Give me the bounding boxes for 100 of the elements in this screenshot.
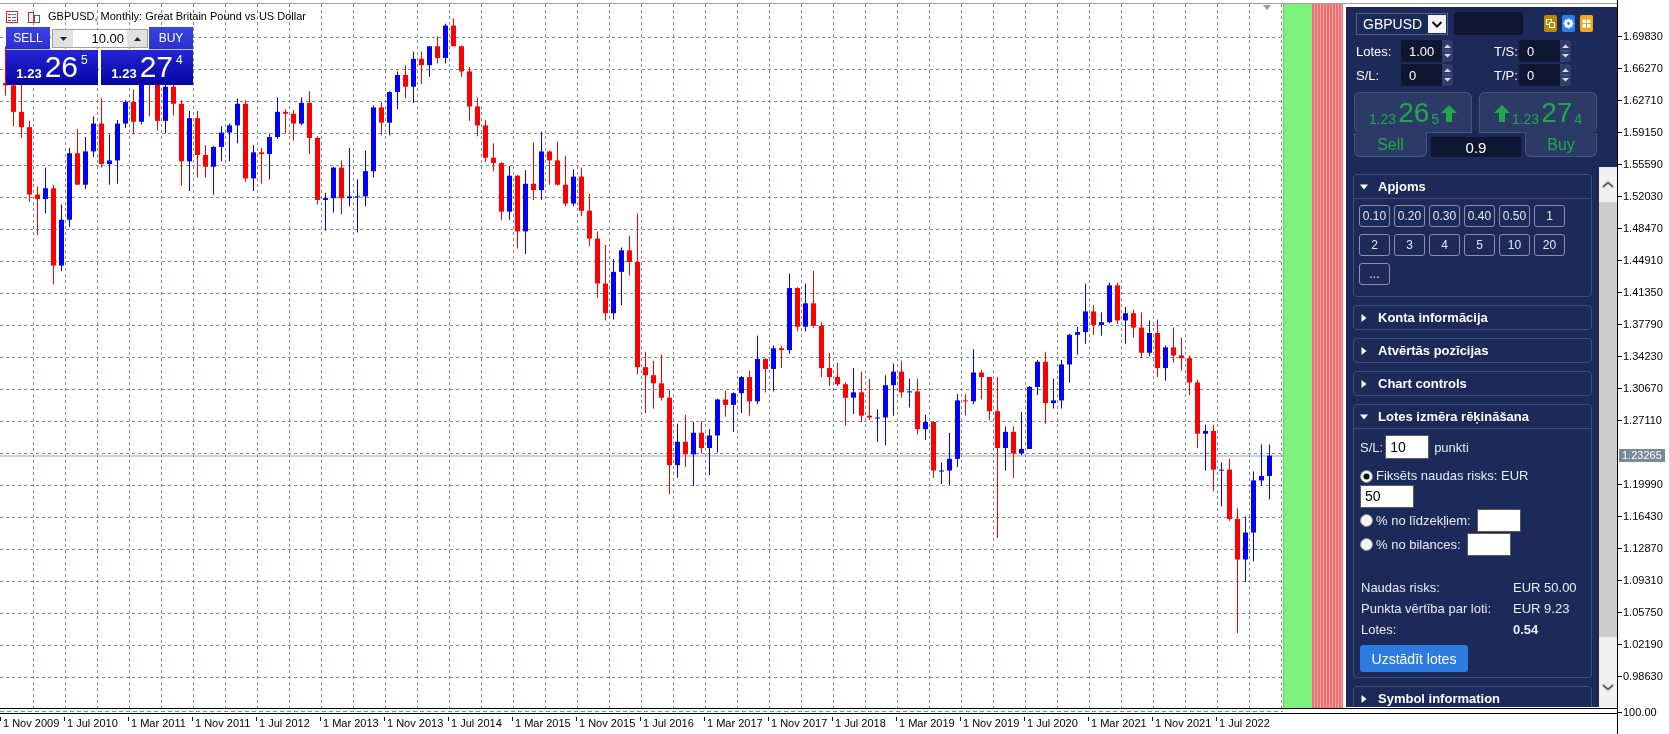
buy-price-button[interactable]: 1.23 27 4 <box>1479 92 1597 133</box>
option-label: % no bilances: <box>1376 536 1461 553</box>
field-label: Lotes: <box>1356 43 1393 59</box>
time-axis-label: 1 Mar 2021 <box>1088 717 1147 730</box>
sell-price-button[interactable]: 1.23 26 5 <box>1354 92 1472 133</box>
input-field[interactable] <box>1454 12 1523 35</box>
volume-preset-button[interactable]: 20 <box>1534 234 1565 256</box>
spinner-icon[interactable] <box>1442 64 1453 86</box>
time-axis-label: 1 Nov 2011 <box>192 717 251 730</box>
result-label: Lotes: <box>1360 622 1398 637</box>
section-header[interactable]: Lotes izmēra rēķināšana <box>1354 405 1591 429</box>
volume-preset-button[interactable]: 1 <box>1534 205 1565 227</box>
price-axis-label: 1.52030 <box>1618 190 1663 203</box>
price-axis-label: 1.12870 <box>1618 542 1663 555</box>
field-label: S/L: <box>1356 67 1381 83</box>
time-axis-label: 1 Mar 2017 <box>704 717 763 730</box>
field-label: T/P: <box>1494 67 1519 83</box>
volume-preset-button[interactable]: 5 <box>1464 234 1495 256</box>
spinner-icon[interactable] <box>1560 64 1571 86</box>
price-axis-label: 1.02190 <box>1618 638 1663 651</box>
price-axis-label: 0.98630 <box>1618 670 1663 683</box>
chevron-up-icon <box>1602 181 1614 188</box>
sell-button[interactable]: SELL <box>6 27 50 50</box>
spinner-icon[interactable] <box>1442 40 1453 62</box>
result-label: Naudas risks: <box>1360 580 1441 595</box>
number-field[interactable]: 0 <box>1519 40 1571 62</box>
price-axis-label: 1.41350 <box>1618 286 1663 299</box>
time-axis-label: 1 Jul 2016 <box>640 717 694 730</box>
price-axis-label: 100.00 <box>1618 706 1657 719</box>
section-header[interactable]: Chart controls <box>1354 372 1591 395</box>
bar-chart-icon <box>28 10 40 23</box>
radio-button[interactable] <box>1360 514 1373 527</box>
chart-title: GBPUSD, Monthly: Great Britain Pound vs US Dollar <box>48 10 306 23</box>
price-axis-label: 1.37790 <box>1618 318 1663 331</box>
symbol-select[interactable]: GBPUSD <box>1356 12 1448 35</box>
time-axis-label: 1 Jul 2012 <box>256 717 310 730</box>
volume-preset-button[interactable]: 0.20 <box>1394 205 1425 227</box>
result-value: EUR 50.00 <box>1513 580 1577 595</box>
buy-button[interactable]: Buy <box>1525 133 1597 157</box>
sell-button[interactable]: Sell <box>1354 133 1427 157</box>
price-axis-label: 1.59150 <box>1618 126 1663 139</box>
number-field[interactable]: 0 <box>1519 64 1571 86</box>
result-value: 0.54 <box>1513 622 1540 637</box>
field-label: S/L: <box>1360 439 1384 455</box>
chevron-down-icon <box>1428 14 1446 33</box>
section-header[interactable]: Apjoms <box>1354 175 1591 199</box>
price-axis-label: 1.44910 <box>1618 254 1663 267</box>
chevron-down-icon <box>1602 683 1614 691</box>
amount-input[interactable] <box>1466 533 1511 556</box>
price-axis-label: 1.30670 <box>1618 382 1663 395</box>
stop-loss-input[interactable]: 10 <box>1385 435 1430 459</box>
volume-preset-button[interactable]: 0.30 <box>1429 205 1460 227</box>
radio-button[interactable] <box>1360 469 1373 483</box>
buy-button[interactable]: BUY <box>149 27 193 50</box>
time-axis-label: 1 Nov 2021 <box>1152 717 1212 730</box>
time-axis-label: 1 Mar 2015 <box>512 717 571 730</box>
arrow-up-icon <box>1441 104 1458 122</box>
price-axis-label: 1.62710 <box>1618 94 1663 107</box>
price-axis-label: 1.19990 <box>1618 478 1663 491</box>
time-axis-label: 1 Jul 2010 <box>64 717 118 730</box>
volume-preset-button[interactable]: 2 <box>1359 234 1390 256</box>
time-axis-label: 1 Mar 2019 <box>896 717 955 730</box>
current-price-label: 1.23265 <box>1619 449 1665 462</box>
copy-icon[interactable] <box>1544 15 1557 32</box>
time-axis-label: 1 Jul 2020 <box>1024 717 1078 730</box>
arrow-up-icon <box>1493 104 1510 122</box>
volume-preset-button[interactable]: 4 <box>1429 234 1460 256</box>
volume-preset-button[interactable]: 0.50 <box>1499 205 1530 227</box>
amount-input[interactable]: 50 <box>1360 485 1414 508</box>
volume-preset-button[interactable]: 0.40 <box>1464 205 1495 227</box>
number-field[interactable]: 1.00 <box>1401 40 1453 62</box>
scrollbar-thumb[interactable] <box>1599 202 1617 637</box>
time-axis-label: 1 Nov 2009 <box>0 717 60 730</box>
time-axis-label: 1 Jul 2022 <box>1216 717 1270 730</box>
grid-icon[interactable] <box>1580 15 1593 32</box>
set-lots-button[interactable]: Uzstādīt lotes <box>1360 645 1468 672</box>
section-header[interactable]: Konta informācija <box>1354 306 1591 329</box>
price-axis-label: 1.48470 <box>1618 222 1663 235</box>
option-label: Fiksēts naudas risks: EUR <box>1376 468 1529 484</box>
volume-preset-button[interactable]: ... <box>1359 263 1390 285</box>
radio-button[interactable] <box>1360 538 1373 551</box>
amount-input[interactable] <box>1476 509 1521 532</box>
spinner-icon[interactable] <box>1560 40 1571 62</box>
price-axis-label: 1.34230 <box>1618 350 1663 363</box>
spread-field: 0.9 <box>1431 137 1521 157</box>
volume-preset-button[interactable]: 0.10 <box>1359 205 1390 227</box>
price-axis-label: 1.05750 <box>1618 606 1663 619</box>
number-field[interactable]: 0 <box>1401 64 1453 86</box>
time-axis-label: 1 Mar 2013 <box>320 717 379 730</box>
section-header[interactable]: Symbol information <box>1354 687 1591 707</box>
time-axis-label: 1 Nov 2019 <box>960 717 1020 730</box>
section-header[interactable]: Atvērtās pozīcijas <box>1354 339 1591 362</box>
volume-preset-button[interactable]: 3 <box>1394 234 1425 256</box>
field-label: T/S: <box>1494 43 1519 59</box>
price-axis-label: 1.66270 <box>1618 62 1663 75</box>
price-axis-label: 1.27110 <box>1618 414 1662 427</box>
result-label: Punkta vērtība par loti: <box>1360 601 1493 616</box>
settings-icon[interactable] <box>1562 15 1575 32</box>
time-axis-label: 1 Nov 2013 <box>384 717 444 730</box>
volume-preset-button[interactable]: 10 <box>1499 234 1530 256</box>
